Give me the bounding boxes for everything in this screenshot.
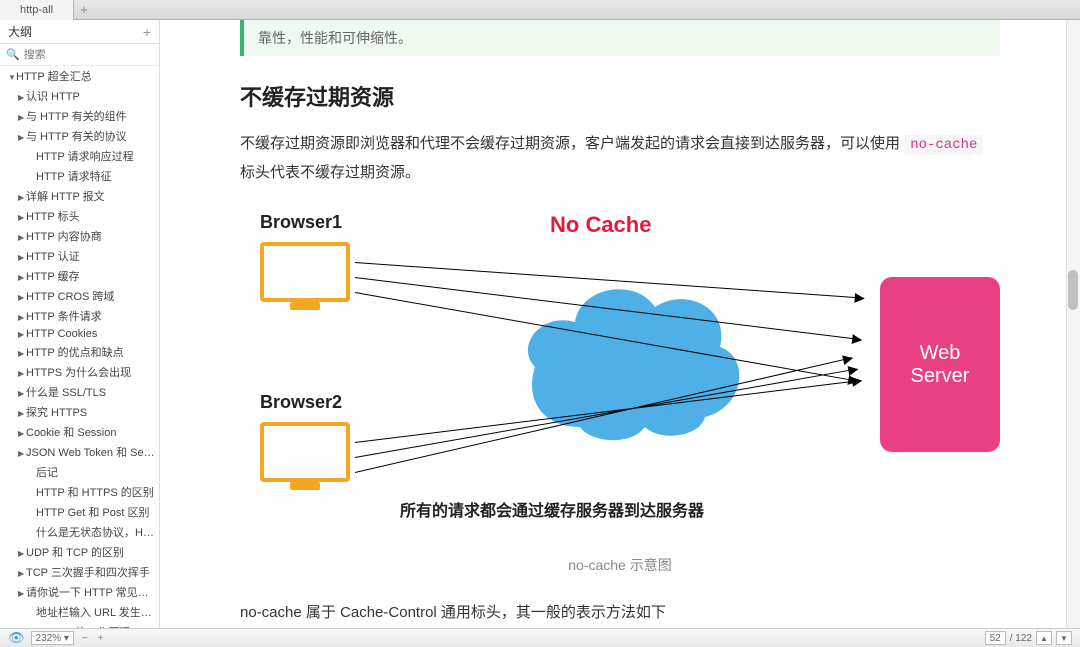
search-icon: 🔍	[6, 48, 20, 61]
tree-item[interactable]: ▶请你说一下 HTTP 常见的请...	[0, 582, 159, 602]
status-bar: 👁 232% ▾ − + 52 / 122 ▲ ▼	[0, 628, 1080, 647]
sidebar-title: 大纲	[8, 23, 32, 40]
zoom-out-button[interactable]: −	[80, 633, 90, 644]
heading-no-cache-expired: 不缓存过期资源	[240, 80, 1000, 112]
tree-item[interactable]: ▶HTTP 条件请求	[0, 306, 159, 326]
tree-item[interactable]: 什么是无状态协议，HTTP...	[0, 522, 159, 542]
tab-http-all[interactable]: http-all	[0, 0, 74, 20]
tree-item[interactable]: ▶与 HTTP 有关的组件	[0, 106, 159, 126]
tab-add-button[interactable]: +	[74, 0, 94, 20]
tree-item[interactable]: ▶HTTP 内容协商	[0, 226, 159, 246]
tree-item[interactable]: ▶探究 HTTPS	[0, 402, 159, 422]
tree-item[interactable]: ▶HTTP CROS 跨域	[0, 286, 159, 306]
paragraph-cache-control: no-cache 属于 Cache-Control 通用标头，其一般的表示方法如…	[240, 599, 1000, 628]
tree-item[interactable]: ▶Cookie 和 Session	[0, 422, 159, 442]
tree-item[interactable]: 后记	[0, 462, 159, 482]
tree-item[interactable]: HTTP Get 和 Post 区别	[0, 502, 159, 522]
zoom-in-button[interactable]: +	[96, 633, 106, 644]
tree-item[interactable]: ▶HTTP 的优点和缺点	[0, 342, 159, 362]
outline-tree: ▼HTTP 超全汇总▶认识 HTTP▶与 HTTP 有关的组件▶与 HTTP 有…	[0, 66, 159, 628]
scrollbar-thumb[interactable]	[1068, 270, 1078, 310]
tree-item[interactable]: ▼HTTP 超全汇总	[0, 66, 159, 86]
tree-item[interactable]: ▶HTTP 缓存	[0, 266, 159, 286]
figure-caption: no-cache 示意图	[240, 555, 1000, 575]
page-down-button[interactable]: ▼	[1056, 631, 1072, 645]
cloud-icon	[520, 267, 750, 447]
tree-item[interactable]: ▶HTTPS 为什么会出现	[0, 362, 159, 382]
search-box[interactable]: 🔍	[0, 44, 159, 66]
browser1-label: Browser1	[260, 212, 342, 233]
tree-item[interactable]: ▶认识 HTTP	[0, 86, 159, 106]
tree-item[interactable]: ▶TCP 三次握手和四次挥手	[0, 562, 159, 582]
paragraph-intro: 不缓存过期资源即浏览器和代理不会缓存过期资源，客户端发起的请求会直接到达服务器，…	[240, 130, 1000, 187]
tree-item[interactable]: ▶与 HTTP 有关的协议	[0, 126, 159, 146]
sidebar-header: 大纲 +	[0, 20, 159, 44]
eye-icon[interactable]: 👁	[8, 630, 25, 646]
tree-item[interactable]: HTTP 和 HTTPS 的区别	[0, 482, 159, 502]
tree-item[interactable]: HTTPS 的工作原理	[0, 622, 159, 628]
tree-item[interactable]: ▶什么是 SSL/TLS	[0, 382, 159, 402]
page-current[interactable]: 52	[985, 631, 1006, 645]
callout-box: 靠性，性能和可伸缩性。	[240, 20, 1000, 56]
no-cache-title: No Cache	[550, 212, 651, 238]
search-input[interactable]	[24, 49, 153, 61]
page-total: / 122	[1010, 633, 1032, 644]
browser1-icon	[260, 242, 350, 302]
sidebar: 大纲 + 🔍 ▼HTTP 超全汇总▶认识 HTTP▶与 HTTP 有关的组件▶与…	[0, 20, 160, 628]
tree-item[interactable]: 地址栏输入 URL 发生了什么	[0, 602, 159, 622]
diagram-caption: 所有的请求都会通过缓存服务器到达服务器	[400, 497, 704, 521]
vertical-scrollbar[interactable]	[1066, 20, 1080, 628]
sidebar-add-button[interactable]: +	[143, 24, 151, 40]
tree-item[interactable]: ▶详解 HTTP 报文	[0, 186, 159, 206]
tree-item[interactable]: HTTP 请求响应过程	[0, 146, 159, 166]
web-server-box: Web Server	[880, 277, 1000, 452]
tree-item[interactable]: ▶HTTP Cookies	[0, 326, 159, 342]
zoom-select[interactable]: 232% ▾	[31, 631, 74, 645]
code-no-cache: no-cache	[904, 135, 983, 155]
page-up-button[interactable]: ▲	[1036, 631, 1052, 645]
browser2-label: Browser2	[260, 392, 342, 413]
tree-item[interactable]: HTTP 请求特征	[0, 166, 159, 186]
tree-item[interactable]: ▶HTTP 认证	[0, 246, 159, 266]
tab-bar: http-all +	[0, 0, 1080, 20]
browser2-icon	[260, 422, 350, 482]
tree-item[interactable]: ▶HTTP 标头	[0, 206, 159, 226]
no-cache-diagram: Browser1 Browser2 No Cache Web Server	[240, 207, 1000, 537]
content-area[interactable]: 靠性，性能和可伸缩性。 不缓存过期资源 不缓存过期资源即浏览器和代理不会缓存过期…	[160, 20, 1080, 628]
tree-item[interactable]: ▶JSON Web Token 和 Sessio..	[0, 442, 159, 462]
tree-item[interactable]: ▶UDP 和 TCP 的区别	[0, 542, 159, 562]
